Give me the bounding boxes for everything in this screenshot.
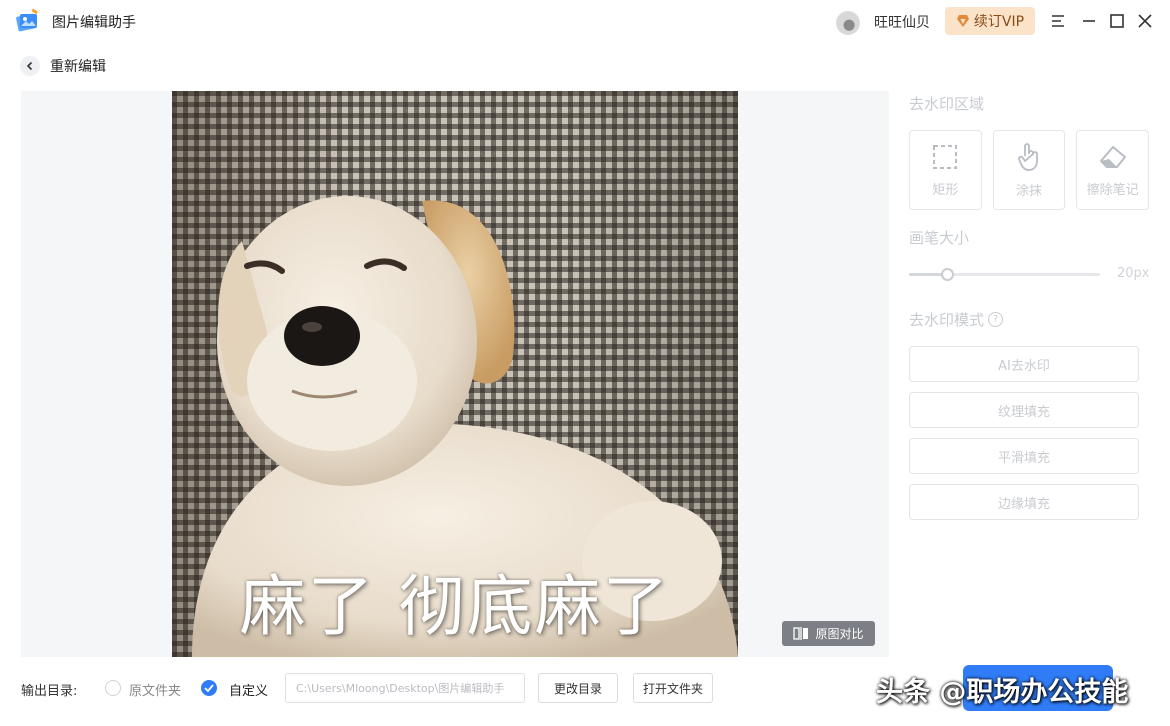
brush-size-slider[interactable]: 20px xyxy=(909,266,1150,282)
vip-label: 续订VIP xyxy=(973,14,1025,30)
radio-original-folder[interactable] xyxy=(105,680,121,696)
photo[interactable]: 麻了 彻底麻了 xyxy=(172,91,738,657)
back-label: 重新编辑 xyxy=(50,59,106,75)
compare-original-button[interactable]: 原图对比 xyxy=(782,621,875,646)
tool-rectangle[interactable]: 矩形 xyxy=(909,130,982,210)
tool-label: 涂抹 xyxy=(1016,183,1043,199)
radio-original-label: 原文件夹 xyxy=(129,684,182,699)
mode-list: AI去水印 纹理填充 平滑填充 边缘填充 xyxy=(909,346,1149,520)
radio-custom[interactable] xyxy=(201,680,217,696)
close-icon[interactable] xyxy=(1134,10,1156,32)
renew-vip-button[interactable]: 续订VIP xyxy=(945,7,1035,35)
brush-size-title: 画笔大小 xyxy=(909,228,970,247)
app-title: 图片编辑助手 xyxy=(52,15,136,31)
tool-label: 擦除笔记 xyxy=(1086,182,1139,198)
image-caption: 麻了 彻底麻了 xyxy=(239,568,671,645)
change-dir-button[interactable]: 更改目录 xyxy=(538,673,618,703)
output-dir-label: 输出目录: xyxy=(21,684,78,699)
app-logo-icon xyxy=(16,9,38,32)
tool-group: 矩形 涂抹 擦除笔记 xyxy=(909,130,1150,210)
tool-label: 矩形 xyxy=(932,182,959,198)
username[interactable]: 旺旺仙贝 xyxy=(874,12,930,32)
hand-pointer-icon xyxy=(1018,142,1038,171)
compare-label: 原图对比 xyxy=(815,627,864,641)
help-icon[interactable]: ? xyxy=(988,311,1004,327)
radio-custom-label: 自定义 xyxy=(229,684,269,699)
mode-title-row: 去水印模式 ? xyxy=(909,306,1149,332)
minimize-icon[interactable] xyxy=(1078,10,1100,32)
watermark-text: 头条 @职场办公技能 xyxy=(876,677,1129,708)
back-button[interactable]: 重新编辑 xyxy=(20,55,106,77)
rectangle-select-icon xyxy=(933,144,958,169)
region-title: 去水印区域 xyxy=(909,94,985,113)
mode-texture-button[interactable]: 纹理填充 xyxy=(909,392,1139,428)
avatar[interactable] xyxy=(836,11,860,35)
diamond-icon xyxy=(956,15,969,27)
brush-size-value: 20px xyxy=(1117,266,1150,281)
chevron-left-icon xyxy=(20,56,40,76)
tool-smear[interactable]: 涂抹 xyxy=(992,130,1066,210)
mode-edge-button[interactable]: 边缘填充 xyxy=(909,484,1139,520)
mode-title: 去水印模式 xyxy=(909,310,985,329)
check-icon xyxy=(204,684,214,692)
slider-thumb[interactable] xyxy=(941,268,954,281)
eraser-icon xyxy=(1099,145,1126,168)
mode-ai-button[interactable]: AI去水印 xyxy=(909,346,1139,382)
maximize-icon[interactable] xyxy=(1106,10,1128,32)
compare-icon xyxy=(793,627,809,640)
image-canvas[interactable]: 麻了 彻底麻了 原图对比 xyxy=(21,91,889,657)
menu-icon[interactable] xyxy=(1048,10,1070,32)
settings-panel: 去水印区域 矩形 涂抹 擦除笔记 画笔大小 20px 去水印模式 ? AI去水印… xyxy=(909,90,1150,530)
title-bar: 图片编辑助手 旺旺仙贝 续订VIP xyxy=(0,0,1170,42)
mode-smooth-button[interactable]: 平滑填充 xyxy=(909,438,1139,474)
tool-eraser[interactable]: 擦除笔记 xyxy=(1076,130,1150,210)
open-folder-button[interactable]: 打开文件夹 xyxy=(633,673,713,703)
output-path-field[interactable]: C:\Users\Mloong\Desktop\图片编辑助手 xyxy=(285,673,525,703)
